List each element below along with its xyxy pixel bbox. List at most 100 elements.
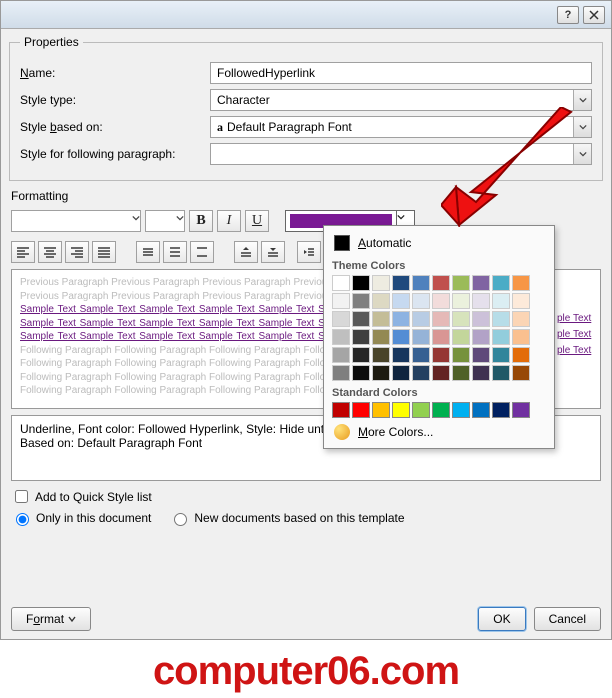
checkbox-icon[interactable] [15,490,28,503]
standard-color-swatch[interactable] [472,402,490,418]
theme-color-swatch[interactable] [392,329,410,345]
chevron-down-icon[interactable] [573,90,591,110]
theme-color-swatch[interactable] [512,275,530,291]
name-field[interactable]: FollowedHyperlink [210,62,592,84]
theme-color-swatch[interactable] [452,365,470,381]
theme-color-swatch[interactable] [332,365,350,381]
standard-color-swatch[interactable] [352,402,370,418]
theme-color-swatch[interactable] [412,275,430,291]
chevron-down-icon[interactable] [176,211,184,231]
line-spacing-2-button[interactable] [190,241,214,263]
theme-color-swatch[interactable] [352,329,370,345]
theme-color-swatch[interactable] [392,347,410,363]
theme-color-swatch[interactable] [432,311,450,327]
theme-color-swatch[interactable] [372,365,390,381]
based-on-field[interactable]: a Default Paragraph Font [210,116,592,138]
theme-color-swatch[interactable] [472,329,490,345]
theme-color-swatch[interactable] [352,347,370,363]
theme-color-swatch[interactable] [352,365,370,381]
font-family-combo[interactable] [11,210,141,232]
line-spacing-1-5-button[interactable] [163,241,187,263]
theme-color-swatch[interactable] [412,329,430,345]
theme-color-swatch[interactable] [332,311,350,327]
align-right-button[interactable] [65,241,89,263]
chevron-down-icon[interactable] [573,144,591,164]
theme-color-swatch[interactable] [332,329,350,345]
theme-color-swatch[interactable] [452,293,470,309]
style-type-field[interactable]: Character [210,89,592,111]
standard-color-swatch[interactable] [332,402,350,418]
theme-color-swatch[interactable] [492,293,510,309]
theme-color-swatch[interactable] [452,275,470,291]
theme-color-swatch[interactable] [412,311,430,327]
theme-color-swatch[interactable] [392,275,410,291]
radio-icon[interactable] [174,513,187,526]
theme-color-swatch[interactable] [432,347,450,363]
theme-color-swatch[interactable] [472,311,490,327]
theme-color-swatch[interactable] [492,365,510,381]
theme-color-swatch[interactable] [472,347,490,363]
theme-color-swatch[interactable] [472,365,490,381]
standard-color-swatch[interactable] [512,402,530,418]
theme-color-swatch[interactable] [412,365,430,381]
theme-color-swatch[interactable] [452,329,470,345]
theme-color-swatch[interactable] [332,347,350,363]
theme-color-swatch[interactable] [432,275,450,291]
theme-color-swatch[interactable] [372,275,390,291]
theme-color-swatch[interactable] [492,347,510,363]
theme-color-swatch[interactable] [472,275,490,291]
theme-color-swatch[interactable] [432,293,450,309]
more-colors-item[interactable]: More Colors... [332,418,546,442]
new-docs-radio[interactable]: New documents based on this template [169,510,404,526]
theme-color-swatch[interactable] [332,293,350,309]
theme-color-swatch[interactable] [472,293,490,309]
space-before-decrease-button[interactable] [261,241,285,263]
add-quick-style-checkbox[interactable]: Add to Quick Style list [11,487,152,506]
theme-color-swatch[interactable] [392,293,410,309]
theme-color-swatch[interactable] [512,365,530,381]
theme-color-swatch[interactable] [492,275,510,291]
theme-color-swatch[interactable] [392,365,410,381]
theme-color-swatch[interactable] [492,329,510,345]
space-before-increase-button[interactable] [234,241,258,263]
line-spacing-1-button[interactable] [136,241,160,263]
align-center-button[interactable] [38,241,62,263]
decrease-indent-button[interactable] [297,241,321,263]
theme-color-swatch[interactable] [352,293,370,309]
format-button[interactable]: Format [11,607,91,631]
chevron-down-icon[interactable] [132,211,140,231]
italic-button[interactable]: I [217,210,241,232]
theme-color-swatch[interactable] [372,347,390,363]
ok-button[interactable]: OK [478,607,525,631]
theme-color-swatch[interactable] [432,329,450,345]
theme-color-swatch[interactable] [452,311,470,327]
only-this-doc-radio[interactable]: Only in this document [11,510,151,526]
radio-icon[interactable] [16,513,29,526]
underline-button[interactable]: U [245,210,269,232]
theme-color-swatch[interactable] [512,293,530,309]
standard-color-swatch[interactable] [492,402,510,418]
standard-color-swatch[interactable] [372,402,390,418]
theme-color-swatch[interactable] [372,293,390,309]
standard-color-swatch[interactable] [432,402,450,418]
standard-color-swatch[interactable] [452,402,470,418]
align-justify-button[interactable] [92,241,116,263]
theme-color-swatch[interactable] [512,347,530,363]
theme-color-swatch[interactable] [452,347,470,363]
standard-color-swatch[interactable] [412,402,430,418]
theme-color-swatch[interactable] [412,293,430,309]
theme-color-swatch[interactable] [372,311,390,327]
font-size-combo[interactable] [145,210,185,232]
theme-color-swatch[interactable] [332,275,350,291]
theme-color-swatch[interactable] [352,275,370,291]
chevron-down-icon[interactable] [573,117,591,137]
bold-button[interactable]: B [189,210,213,232]
theme-color-swatch[interactable] [432,365,450,381]
close-button[interactable] [583,6,605,24]
cancel-button[interactable]: Cancel [534,607,601,631]
following-para-field[interactable] [210,143,592,165]
theme-color-swatch[interactable] [372,329,390,345]
theme-color-swatch[interactable] [512,329,530,345]
align-left-button[interactable] [11,241,35,263]
theme-color-swatch[interactable] [392,311,410,327]
